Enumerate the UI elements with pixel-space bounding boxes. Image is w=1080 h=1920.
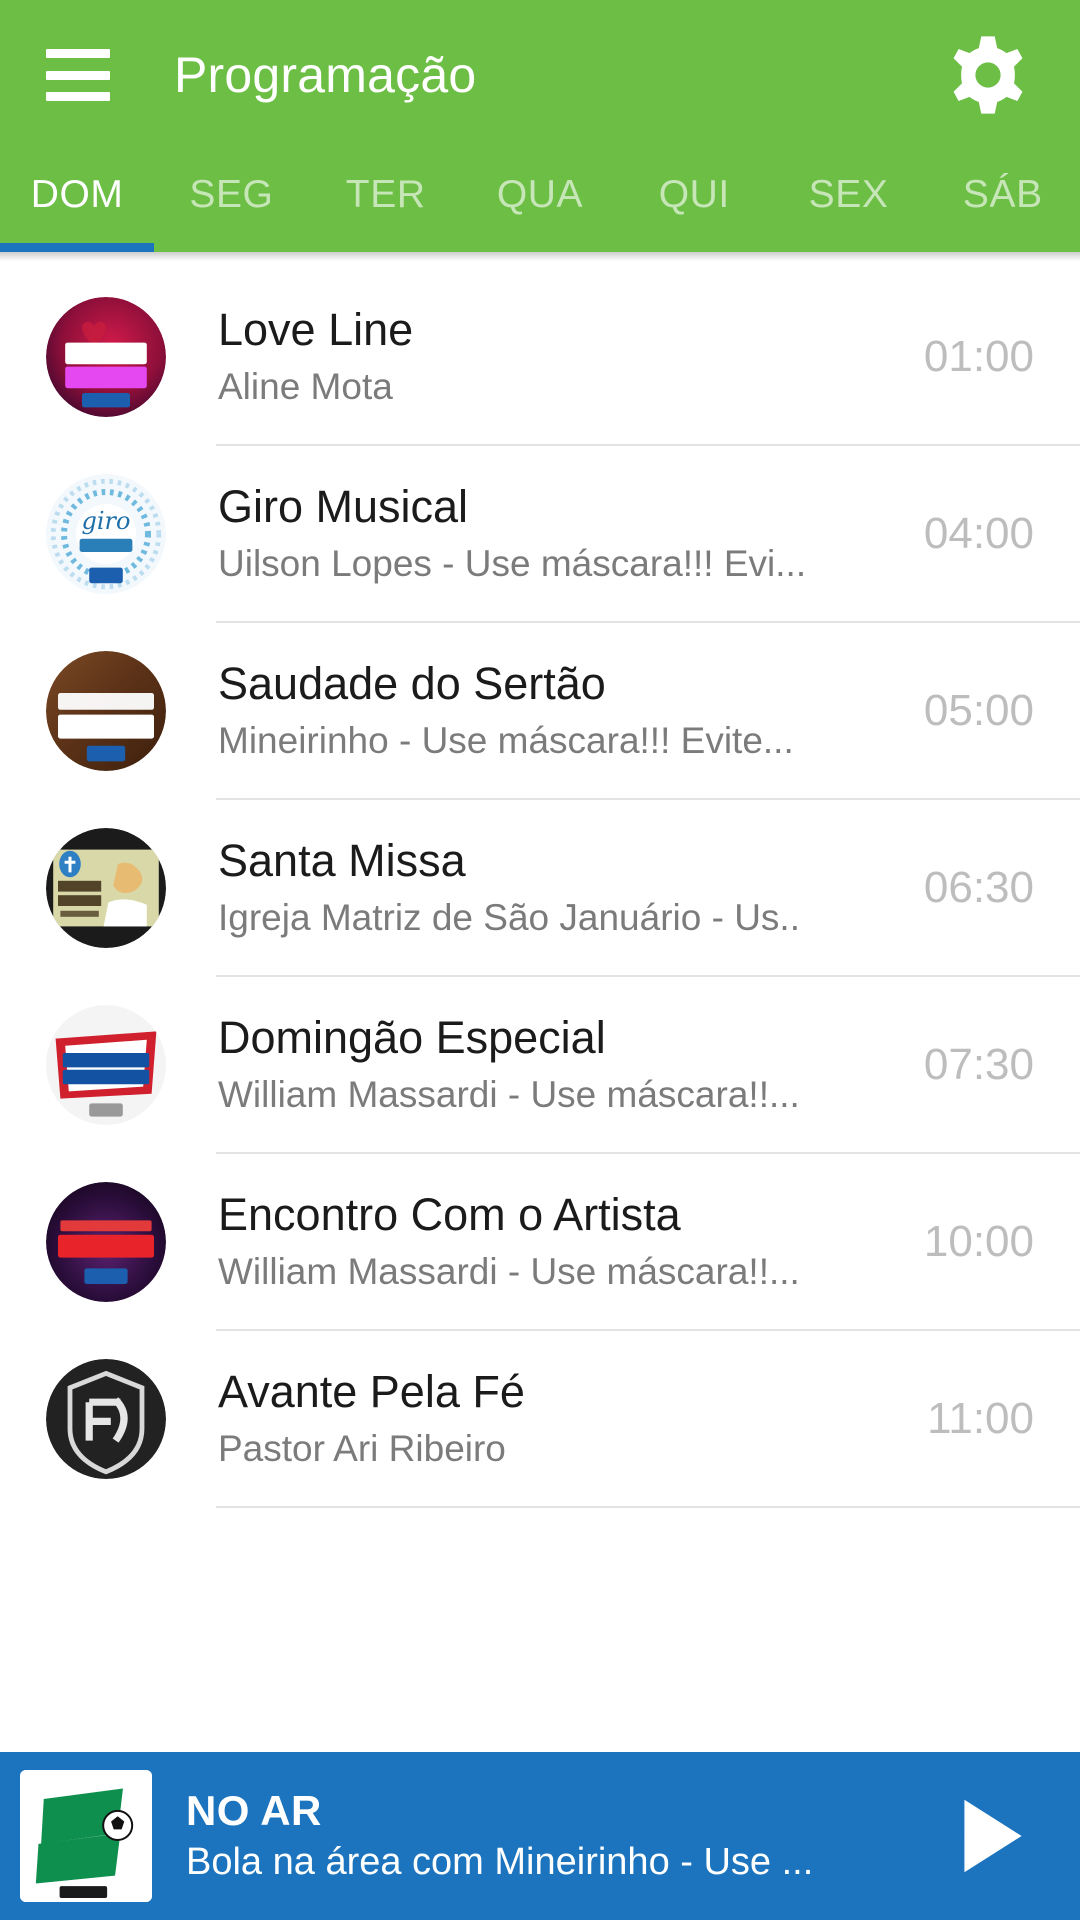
now-playing-text: Bola na área com Mineirinho - Use ... xyxy=(186,1843,814,1883)
now-playing-bar[interactable]: NO AR Bola na área com Mineirinho - Use … xyxy=(0,1752,1080,1920)
program-subtitle: Mineirinho - Use máscara!!! Evite... xyxy=(218,720,794,761)
schedule-list[interactable]: Love Line Aline Mota 01:00 giro Giro Mus… xyxy=(0,261,1080,1920)
tab-ter[interactable]: TER xyxy=(309,175,463,228)
hamburger-bar-3 xyxy=(46,92,110,101)
program-title: Saudade do Sertão xyxy=(218,660,606,709)
bola-na-area-logo xyxy=(20,1770,152,1902)
tab-qua[interactable]: QUA xyxy=(463,175,617,228)
program-title: Avante Pela Fé xyxy=(218,1368,525,1417)
row-body: Love Line Aline Mota xyxy=(218,306,864,407)
tab-dom[interactable]: DOM xyxy=(0,175,154,228)
table-row[interactable]: Encontro Com o Artista William Massardi … xyxy=(0,1154,1080,1329)
hamburger-bar-1 xyxy=(46,49,110,58)
santa-missa-logo xyxy=(46,827,166,948)
program-time: 11:00 xyxy=(927,1393,1034,1443)
program-title: Love Line xyxy=(218,306,414,355)
tab-qui[interactable]: QUI xyxy=(617,175,771,228)
avante-pela-fe-logo xyxy=(46,1358,166,1479)
row-divider xyxy=(216,1506,1080,1508)
program-subtitle: Aline Mota xyxy=(218,366,393,407)
status-badge: NO AR xyxy=(186,1787,322,1834)
player-body: NO AR Bola na área com Mineirinho - Use … xyxy=(186,1787,938,1883)
app-root: Programação DOM SEG TER QUA QUI SEX SÁB xyxy=(0,0,1080,1920)
program-subtitle: Igreja Matriz de São Januário - Us.. xyxy=(218,897,800,938)
program-subtitle: Pastor Ari Ribeiro xyxy=(218,1428,506,1469)
program-subtitle: William Massardi - Use máscara!!... xyxy=(218,1074,800,1115)
table-row[interactable]: Love Line Aline Mota 01:00 xyxy=(0,269,1080,444)
row-body: Saudade do Sertão Mineirinho - Use másca… xyxy=(218,660,864,761)
tab-seg[interactable]: SEG xyxy=(154,175,308,228)
table-row[interactable]: Santa Missa Igreja Matriz de São Januári… xyxy=(0,800,1080,975)
tab-sex[interactable]: SEX xyxy=(771,175,925,228)
play-button[interactable] xyxy=(938,1781,1048,1891)
day-tabs: DOM SEG TER QUA QUI SEX SÁB xyxy=(0,150,1080,252)
play-triangle-icon xyxy=(964,1799,1022,1873)
svg-text:giro: giro xyxy=(82,507,131,535)
table-row[interactable]: Domingão Especial William Massardi - Use… xyxy=(0,977,1080,1152)
table-row[interactable]: Avante Pela Fé Pastor Ari Ribeiro 11:00 xyxy=(0,1331,1080,1506)
program-title: Encontro Com o Artista xyxy=(218,1191,681,1240)
domingao-especial-logo xyxy=(46,1004,166,1125)
program-time: 05:00 xyxy=(923,685,1034,735)
gear-icon xyxy=(953,36,1023,114)
table-row[interactable]: Saudade do Sertão Mineirinho - Use másca… xyxy=(0,623,1080,798)
program-time: 01:00 xyxy=(923,331,1034,381)
encontro-com-o-artista-logo xyxy=(46,1181,166,1302)
program-time: 10:00 xyxy=(923,1216,1034,1266)
giro-musical-logo: giro xyxy=(46,473,166,594)
header-shadow xyxy=(0,252,1080,261)
program-title: Santa Missa xyxy=(218,837,466,886)
app-bar-top: Programação xyxy=(0,0,1080,150)
saudade-do-sertao-logo xyxy=(46,650,166,771)
row-body: Domingão Especial William Massardi - Use… xyxy=(218,1014,864,1115)
hamburger-bar-2 xyxy=(46,70,110,80)
hamburger-menu-icon[interactable] xyxy=(46,49,110,101)
row-body: Encontro Com o Artista William Massardi … xyxy=(218,1191,864,1292)
program-title: Giro Musical xyxy=(218,483,469,532)
program-time: 06:30 xyxy=(923,862,1034,912)
program-subtitle: William Massardi - Use máscara!!... xyxy=(218,1251,800,1292)
settings-button[interactable] xyxy=(942,29,1034,121)
page-title: Programação xyxy=(174,47,477,103)
love-line-logo xyxy=(46,296,166,417)
program-time: 04:00 xyxy=(923,508,1034,558)
program-subtitle: Uilson Lopes - Use máscara!!! Evi... xyxy=(218,543,807,584)
program-title: Domingão Especial xyxy=(218,1014,606,1063)
table-row[interactable]: giro Giro Musical Uilson Lopes - Use más… xyxy=(0,446,1080,621)
active-tab-indicator xyxy=(0,243,154,252)
app-bar: Programação DOM SEG TER QUA QUI SEX SÁB xyxy=(0,0,1080,252)
row-body: Santa Missa Igreja Matriz de São Januári… xyxy=(218,837,864,938)
program-time: 07:30 xyxy=(923,1039,1034,1089)
row-body: Giro Musical Uilson Lopes - Use máscara!… xyxy=(218,483,864,584)
row-body: Avante Pela Fé Pastor Ari Ribeiro xyxy=(218,1368,864,1469)
tab-sab[interactable]: SÁB xyxy=(926,175,1080,228)
